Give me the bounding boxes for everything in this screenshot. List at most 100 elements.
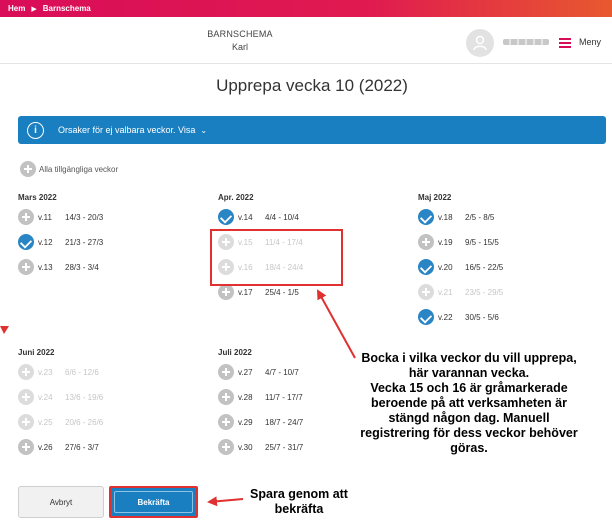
highlight-box	[210, 229, 343, 286]
info-icon: i	[27, 121, 44, 139]
week-number: v.22	[438, 312, 453, 322]
week-row[interactable]: v.11 14/3 - 20/3	[18, 209, 188, 225]
plus-icon	[18, 364, 34, 380]
annotation-line: registrering för dess veckor behöver	[360, 426, 578, 440]
plus-icon[interactable]	[218, 284, 234, 300]
week-number: v.25	[38, 417, 53, 427]
month-column-juni: Juni 2022 v.23 6/6 - 12/6 v.24 13/6 - 19/6…	[18, 348, 188, 464]
week-number: v.24	[38, 392, 53, 402]
week-number: v.18	[438, 212, 453, 222]
month-title: Juni 2022	[18, 348, 55, 357]
child-name: Karl	[231, 42, 248, 52]
week-number: v.21	[438, 287, 453, 297]
month-title: Mars 2022	[18, 193, 57, 202]
plus-icon[interactable]	[20, 161, 36, 177]
week-row[interactable]: v.20 16/5 - 22/5	[418, 259, 588, 275]
month-column-maj: Maj 2022 v.18 2/5 - 8/5 v.19 9/5 - 15/5 v.…	[418, 193, 588, 334]
username-blurred	[503, 39, 549, 45]
week-number: v.28	[238, 392, 253, 402]
plus-icon[interactable]	[418, 234, 434, 250]
week-row[interactable]: v.26 27/6 - 3/7	[18, 439, 188, 455]
week-row[interactable]: v.22 30/5 - 5/6	[418, 309, 588, 325]
week-range: 11/7 - 17/7	[265, 392, 303, 402]
plus-icon	[418, 284, 434, 300]
annotation-line: Vecka 15 och 16 är gråmarkerade	[370, 381, 568, 395]
plus-icon[interactable]	[18, 259, 34, 275]
app-title: BARNSCHEMA	[207, 29, 273, 39]
annotation-text-weeks: Bocka i vilka veckor du vill upprepa, hä…	[338, 351, 600, 456]
week-number: v.19	[438, 237, 453, 247]
checkmark-icon[interactable]	[418, 259, 434, 275]
week-number: v.14	[238, 212, 253, 222]
week-range: 13/6 - 19/6	[65, 392, 104, 402]
week-row-disabled: v.21 23/5 - 29/5	[418, 284, 588, 300]
annotation-line: bekräfta	[274, 502, 324, 516]
week-range: 23/5 - 29/5	[465, 287, 504, 297]
avatar[interactable]	[466, 29, 494, 57]
breadcrumb-current[interactable]: Barnschema	[43, 4, 91, 13]
breadcrumb-home[interactable]: Hem	[8, 4, 25, 13]
week-row[interactable]: v.14 4/4 - 10/4	[218, 209, 388, 225]
month-title: Apr. 2022	[218, 193, 254, 202]
cancel-button[interactable]: Avbryt	[18, 486, 104, 518]
week-row-disabled: v.23 6/6 - 12/6	[18, 364, 188, 380]
hamburger-menu-icon[interactable]	[559, 38, 571, 48]
plus-icon	[18, 414, 34, 430]
plus-icon[interactable]	[18, 209, 34, 225]
week-range: 25/4 - 1/5	[265, 287, 299, 297]
confirm-button-label: Bekräfta	[137, 497, 170, 507]
week-number: v.23	[38, 367, 53, 377]
breadcrumb: Hem ▶ Barnschema	[0, 0, 612, 17]
week-row[interactable]: v.13 28/3 - 3/4	[18, 259, 188, 275]
plus-icon[interactable]	[218, 364, 234, 380]
checkmark-icon[interactable]	[18, 234, 34, 250]
week-row[interactable]: v.19 9/5 - 15/5	[418, 234, 588, 250]
week-number: v.12	[38, 237, 53, 247]
annotation-line: stängd någon dag. Manuell	[388, 411, 550, 425]
week-range: 28/3 - 3/4	[65, 262, 99, 272]
app-header: BARNSCHEMA Karl Meny	[0, 17, 612, 64]
chevron-right-icon: ▶	[31, 5, 37, 13]
week-row-disabled: v.24 13/6 - 19/6	[18, 389, 188, 405]
annotation-line: Bocka i vilka veckor du vill upprepa,	[361, 351, 577, 365]
checkmark-icon[interactable]	[218, 209, 234, 225]
plus-icon[interactable]	[18, 439, 34, 455]
arrow-edge-fragment	[0, 326, 9, 334]
week-number: v.17	[238, 287, 253, 297]
select-all-weeks[interactable]: Alla tillgängliga veckor	[20, 161, 118, 177]
week-number: v.13	[38, 262, 53, 272]
checkmark-icon[interactable]	[418, 209, 434, 225]
plus-icon[interactable]	[218, 389, 234, 405]
plus-icon	[18, 389, 34, 405]
week-range: 6/6 - 12/6	[65, 367, 99, 377]
week-range: 20/6 - 26/6	[65, 417, 104, 427]
month-title: Maj 2022	[418, 193, 452, 202]
annotation-text-save: Spara genom att bekräfta	[229, 487, 369, 517]
annotation-line: Spara genom att	[250, 487, 348, 501]
week-range: 16/5 - 22/5	[465, 262, 504, 272]
week-number: v.30	[238, 442, 253, 452]
select-all-weeks-label: Alla tillgängliga veckor	[39, 164, 119, 174]
week-number: v.26	[38, 442, 53, 452]
week-row[interactable]: v.18 2/5 - 8/5	[418, 209, 588, 225]
week-range: 25/7 - 31/7	[265, 442, 304, 452]
week-range: 18/7 - 24/7	[265, 417, 304, 427]
plus-icon[interactable]	[218, 439, 234, 455]
week-number: v.29	[238, 417, 253, 427]
user-icon	[473, 35, 487, 51]
week-number: v.20	[438, 262, 453, 272]
info-bar[interactable]: i Orsaker för ej valbara veckor. Visa ⌄	[18, 116, 606, 144]
plus-icon[interactable]	[218, 414, 234, 430]
week-range: 9/5 - 15/5	[465, 237, 499, 247]
confirm-button[interactable]: Bekräfta	[109, 486, 198, 518]
week-row[interactable]: v.12 21/3 - 27/3	[18, 234, 188, 250]
week-row[interactable]: v.17 25/4 - 1/5	[218, 284, 388, 300]
week-range: 4/4 - 10/4	[265, 212, 299, 222]
week-range: 2/5 - 8/5	[465, 212, 495, 222]
week-row-disabled: v.25 20/6 - 26/6	[18, 414, 188, 430]
menu-button[interactable]: Meny	[579, 37, 601, 47]
chevron-down-icon[interactable]: ⌄	[200, 126, 207, 135]
info-bar-text[interactable]: Orsaker för ej valbara veckor. Visa	[58, 125, 195, 135]
week-range: 27/6 - 3/7	[65, 442, 99, 452]
checkmark-icon[interactable]	[418, 309, 434, 325]
